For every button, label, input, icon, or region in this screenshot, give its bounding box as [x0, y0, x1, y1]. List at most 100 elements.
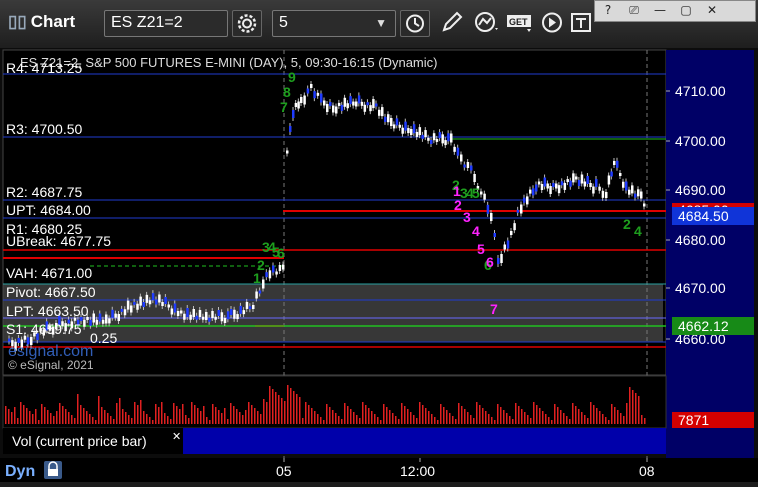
volume-bar [623, 416, 625, 424]
volume-bar [281, 398, 283, 424]
volume-bar [80, 405, 82, 424]
price-bar [111, 309, 114, 318]
restore-button[interactable]: ⎚ [621, 1, 647, 19]
settings-gear-icon[interactable] [232, 10, 262, 37]
volume-bar [515, 403, 517, 424]
symbol-input[interactable]: ES Z21=2 [104, 10, 228, 37]
volume-bar [290, 388, 292, 424]
volume-bar [644, 418, 646, 424]
help-button[interactable]: ? [595, 1, 621, 19]
y-tick: 4700.00 [675, 133, 726, 149]
play-icon[interactable] [538, 10, 568, 37]
volume-bar [629, 387, 631, 424]
price-bar [329, 102, 332, 106]
get-label: GET [509, 17, 528, 27]
close-button[interactable]: ✕ [699, 1, 725, 19]
copyright: © eSignal, 2021 [8, 358, 94, 372]
seq-magenta: 7 [490, 301, 498, 317]
price-bar [95, 319, 99, 325]
volume-bar [455, 419, 457, 424]
volume-bar [599, 411, 601, 424]
price-bar [8, 338, 11, 342]
price-bar [372, 99, 375, 109]
price-bar [180, 310, 183, 314]
volume-bar [239, 412, 241, 424]
volume-bar [461, 406, 463, 424]
volume-bar [590, 402, 592, 424]
price-bar [540, 184, 544, 190]
volume-bar [374, 414, 376, 424]
price-bar [208, 317, 211, 322]
volume-bar [353, 412, 355, 424]
price-bar [248, 306, 252, 310]
interval-value: 5 [279, 14, 288, 31]
price-bar [569, 180, 572, 187]
volume-bar [218, 410, 220, 424]
volume-bar [527, 415, 529, 424]
volume-bar [464, 409, 466, 424]
seq-magenta: 2 [454, 197, 462, 213]
price-bar [427, 137, 430, 141]
chevron-down-icon: ▼ [375, 16, 387, 30]
volume-bar [413, 415, 415, 424]
volume-bar [578, 409, 580, 424]
price-bar [418, 127, 422, 136]
volume-bar [380, 420, 382, 424]
price-bar [316, 92, 320, 96]
price-bar [601, 190, 605, 198]
volume-bar [437, 420, 439, 424]
symbol-value: ES Z21=2 [111, 14, 183, 31]
price-bar [619, 173, 622, 176]
time-axis[interactable]: Dyn 05 12:00 08 [0, 458, 758, 482]
volume-bar [359, 418, 361, 424]
chart-area[interactable]: ES Z21=2, S&P 500 FUTURES E-MINI (DAY), … [0, 48, 758, 458]
volume-bar [317, 414, 319, 424]
price-bar [136, 303, 139, 310]
volume-bar [326, 404, 328, 424]
volume-bar [152, 420, 154, 424]
volume-bar [581, 412, 583, 424]
volume-bar [548, 417, 550, 424]
volume-label: Vol (current price bar) [12, 433, 147, 449]
price-bar [598, 186, 601, 191]
volume-bar [416, 418, 418, 424]
price-bar [297, 101, 300, 109]
price-bar [610, 171, 613, 177]
pencil-icon[interactable] [438, 10, 468, 37]
price-bar [211, 311, 214, 318]
price-bar [320, 93, 323, 103]
chart-header: ES Z21=2, S&P 500 FUTURES E-MINI (DAY), … [20, 55, 437, 70]
volume-bar [422, 405, 424, 424]
price-bar [628, 189, 631, 195]
volume-bar [476, 402, 478, 424]
chart-menu-icon[interactable]: ▯▯ [8, 12, 27, 31]
volume-bar [302, 418, 304, 424]
level-label-val: 0.25 [90, 330, 117, 346]
price-bar [258, 290, 262, 294]
price-bar [192, 309, 195, 317]
price-bar [432, 133, 436, 141]
price-bar [444, 140, 447, 146]
volume-bar [479, 405, 481, 424]
volume-bar [365, 405, 367, 424]
volume-bar [29, 411, 31, 424]
price-bar [186, 308, 189, 317]
price-axis[interactable] [666, 50, 754, 458]
price-bar [349, 96, 352, 105]
price-bar [424, 130, 427, 138]
line-indicator-icon[interactable] [472, 10, 502, 37]
volume-bar [242, 415, 244, 424]
seq-green: 2 [257, 257, 265, 273]
maximize-button[interactable]: ▢ [673, 1, 699, 19]
volume-bar [293, 391, 295, 424]
interval-select[interactable]: 5 ▼ [272, 10, 396, 37]
volume-bar [617, 410, 619, 424]
price-bar [460, 154, 463, 162]
minimize-button[interactable]: — [647, 1, 673, 19]
volume-close-icon[interactable]: ✕ [172, 430, 181, 443]
volume-bar [596, 408, 598, 424]
clock-icon[interactable] [400, 10, 430, 37]
volume-bar [149, 417, 151, 424]
get-data-icon[interactable]: GET [505, 10, 535, 37]
price-bar [158, 294, 161, 303]
